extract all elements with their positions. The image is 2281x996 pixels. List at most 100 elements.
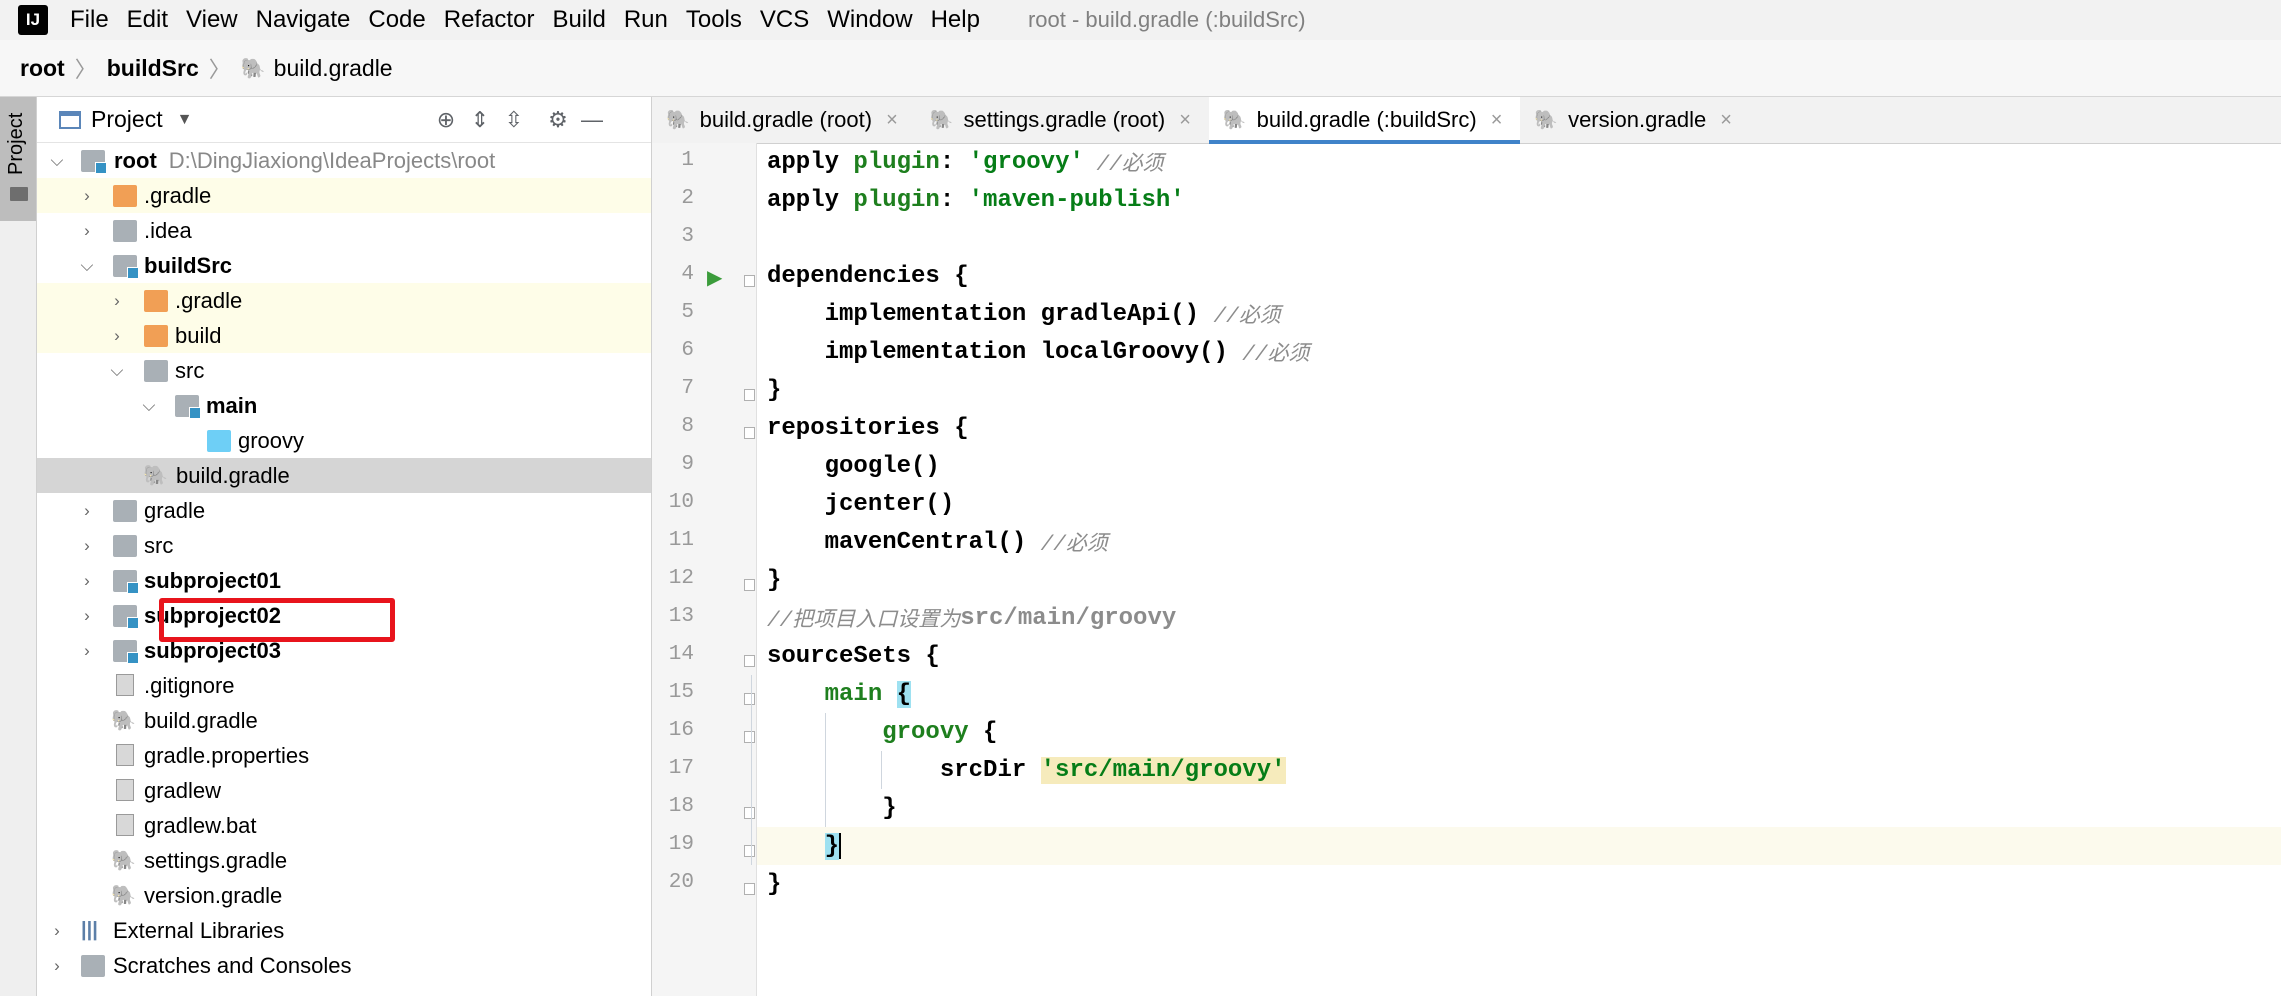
menu-window[interactable]: Window xyxy=(827,6,912,34)
menu-vcs[interactable]: VCS xyxy=(760,6,809,34)
fold-icon[interactable] xyxy=(744,389,755,401)
fold-icon[interactable] xyxy=(744,693,755,705)
tree-item-subproject01[interactable]: › subproject01 xyxy=(37,563,651,598)
hide-icon[interactable]: — xyxy=(579,107,605,133)
menu-help[interactable]: Help xyxy=(931,6,980,34)
chevron-right-icon[interactable]: › xyxy=(79,606,95,625)
tree-item-gradle-cache[interactable]: › .gradle xyxy=(37,178,651,213)
locate-icon[interactable]: ⊕ xyxy=(433,107,459,133)
tree-item-external-libraries[interactable]: › ||| External Libraries xyxy=(37,913,651,948)
tab-version-gradle[interactable]: 🐘 version.gradle × xyxy=(1520,97,1750,143)
project-panel-title[interactable]: Project xyxy=(91,106,163,133)
menu-file[interactable]: File xyxy=(70,6,109,34)
close-icon[interactable]: × xyxy=(1491,109,1503,132)
tab-build-gradle-buildsrc[interactable]: 🐘 build.gradle (:buildSrc) × xyxy=(1208,97,1521,144)
menu-build[interactable]: Build xyxy=(552,6,605,34)
tree-item-buildsrc-gradle-cache[interactable]: › .gradle xyxy=(37,283,651,318)
menu-navigate[interactable]: Navigate xyxy=(256,6,351,34)
excluded-folder-icon xyxy=(144,290,168,312)
tree-item-gradle-folder[interactable]: › gradle xyxy=(37,493,651,528)
chevron-right-icon[interactable]: › xyxy=(49,956,65,975)
tree-item-label: .gradle xyxy=(144,182,212,208)
close-icon[interactable]: × xyxy=(886,109,898,132)
project-panel: Project ▼ ⊕ ⇕ ⇳ ⚙ — ⌵ root D:\DingJiaxion… xyxy=(37,97,652,996)
tree-item-src[interactable]: ⌵ src xyxy=(37,353,651,388)
tree-item-version-gradle[interactable]: 🐘 version.gradle xyxy=(37,878,651,913)
project-tool-window-tab[interactable]: Project xyxy=(0,97,36,221)
tab-settings-gradle-root[interactable]: 🐘 settings.gradle (root) × xyxy=(916,97,1209,143)
tab-build-gradle-root[interactable]: 🐘 build.gradle (root) × xyxy=(652,97,916,143)
tree-item-scratches[interactable]: › Scratches and Consoles xyxy=(37,948,651,983)
fold-icon[interactable] xyxy=(744,883,755,895)
chevron-right-icon[interactable]: › xyxy=(109,291,125,310)
chevron-down-icon[interactable]: ⌵ xyxy=(49,151,65,170)
chevron-right-icon[interactable]: › xyxy=(49,921,65,940)
fold-icon[interactable] xyxy=(744,807,755,819)
tree-item-idea[interactable]: › .idea xyxy=(37,213,651,248)
tree-item-gradle-properties[interactable]: gradle.properties xyxy=(37,738,651,773)
chevron-right-icon[interactable]: › xyxy=(79,571,95,590)
tree-item-gitignore[interactable]: .gitignore xyxy=(37,668,651,703)
chevron-right-icon[interactable]: › xyxy=(79,221,95,240)
fold-icon[interactable] xyxy=(744,845,755,857)
chevron-down-icon[interactable]: ⌵ xyxy=(109,361,125,380)
close-icon[interactable]: × xyxy=(1720,109,1732,132)
tree-item-root-src[interactable]: › src xyxy=(37,528,651,563)
breadcrumb-root[interactable]: root xyxy=(20,55,65,82)
code-line: google() xyxy=(767,452,940,480)
line-number: 14 xyxy=(668,643,694,666)
tree-item-label: version.gradle xyxy=(144,882,283,908)
menu-view[interactable]: View xyxy=(186,6,238,34)
tree-item-main[interactable]: ⌵ main xyxy=(37,388,651,423)
fold-icon[interactable] xyxy=(744,427,755,439)
module-folder-icon xyxy=(113,605,139,629)
tree-item-gradlew[interactable]: gradlew xyxy=(37,773,651,808)
tree-item-settings-gradle[interactable]: 🐘 settings.gradle xyxy=(37,843,651,878)
fold-icon[interactable] xyxy=(744,655,755,667)
code-line: //把项目入口设置为 src/main/groovy xyxy=(767,604,1177,634)
breadcrumb-buildsrc[interactable]: buildSrc xyxy=(107,55,199,82)
gradle-file-icon: 🐘 xyxy=(1222,110,1247,131)
tree-item-groovy[interactable]: groovy xyxy=(37,423,651,458)
chevron-down-icon[interactable]: ▼ xyxy=(177,111,193,129)
text-cursor xyxy=(839,833,842,859)
line-number: 6 xyxy=(681,339,694,362)
tree-item-buildsrc[interactable]: ⌵ buildSrc xyxy=(37,248,651,283)
chevron-right-icon[interactable]: › xyxy=(79,641,95,660)
menu-refactor[interactable]: Refactor xyxy=(444,6,535,34)
menu-edit[interactable]: Edit xyxy=(127,6,168,34)
tree-item-gradlew-bat[interactable]: gradlew.bat xyxy=(37,808,651,843)
expand-all-icon[interactable]: ⇕ xyxy=(467,107,493,133)
fold-icon[interactable] xyxy=(744,731,755,743)
chevron-right-icon[interactable]: › xyxy=(79,186,95,205)
module-folder-icon xyxy=(113,255,139,279)
tree-item-buildsrc-build-gradle[interactable]: 🐘 build.gradle xyxy=(37,458,651,493)
fold-icon[interactable] xyxy=(744,579,755,591)
menu-tools[interactable]: Tools xyxy=(686,6,742,34)
tree-item-build[interactable]: › build xyxy=(37,318,651,353)
gear-icon[interactable]: ⚙ xyxy=(545,107,571,133)
fold-icon[interactable] xyxy=(744,275,755,287)
menu-code[interactable]: Code xyxy=(368,6,425,34)
code-line: } xyxy=(767,794,897,822)
tree-item-root[interactable]: ⌵ root D:\DingJiaxiong\IdeaProjects\root xyxy=(37,143,651,178)
menu-run[interactable]: Run xyxy=(624,6,668,34)
collapse-all-icon[interactable]: ⇳ xyxy=(501,107,527,133)
code-line: } xyxy=(824,832,842,860)
tree-item-label: gradle xyxy=(144,497,206,523)
chevron-down-icon[interactable]: ⌵ xyxy=(79,256,95,275)
line-number: 17 xyxy=(668,757,694,780)
tree-item-root-build-gradle[interactable]: 🐘 build.gradle xyxy=(37,703,651,738)
code-editor[interactable]: apply plugin: 'groovy' //必须 apply plugin… xyxy=(751,143,2281,996)
close-icon[interactable]: × xyxy=(1179,109,1191,132)
folder-icon xyxy=(113,220,137,242)
chevron-right-icon[interactable]: › xyxy=(79,536,95,555)
run-icon[interactable]: ▶ xyxy=(707,265,722,290)
breadcrumb-build-gradle[interactable]: 🐘 build.gradle xyxy=(241,55,393,82)
chevron-right-icon[interactable]: › xyxy=(79,501,95,520)
gradle-file-icon: 🐘 xyxy=(143,465,168,487)
chevron-right-icon[interactable]: › xyxy=(109,326,125,345)
chevron-down-icon[interactable]: ⌵ xyxy=(141,396,157,415)
module-folder-icon xyxy=(81,150,107,174)
file-icon xyxy=(116,674,134,696)
